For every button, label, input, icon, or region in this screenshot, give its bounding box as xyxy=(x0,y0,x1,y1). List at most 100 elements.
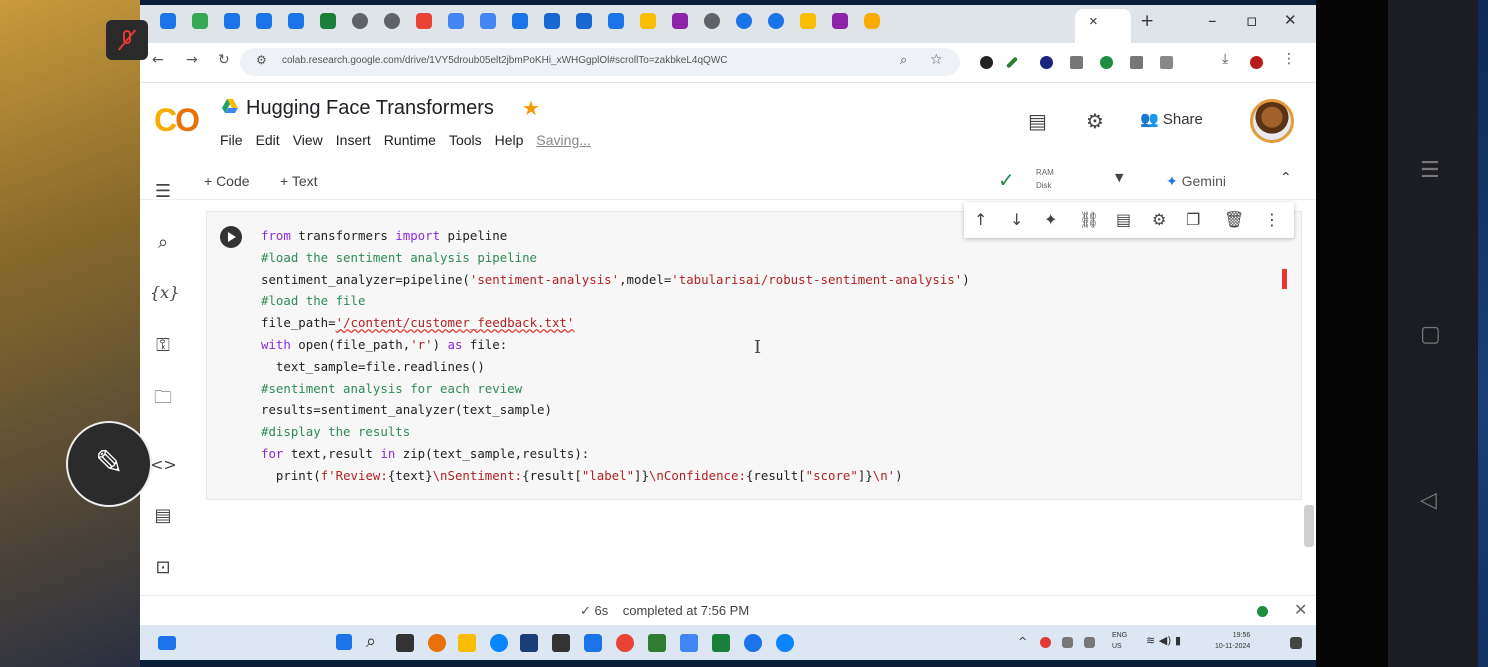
code-snippets-icon[interactable]: <> xyxy=(150,455,177,474)
share-button[interactable]: 👥 Share xyxy=(1140,110,1203,128)
bookmark-star-icon[interactable]: ☆ xyxy=(930,52,943,68)
link-icon[interactable]: ⛓ xyxy=(1079,210,1099,229)
profile-icon[interactable] xyxy=(1250,56,1263,69)
restore-button[interactable]: ▫ xyxy=(1246,11,1258,31)
extension-icon[interactable] xyxy=(1130,56,1143,69)
taskbar-app-icon[interactable] xyxy=(648,634,666,652)
url-bar[interactable]: ⚙ colab.research.google.com/drive/1VY5dr… xyxy=(240,48,960,76)
dropbox-icon[interactable] xyxy=(552,634,570,652)
extension-icon[interactable] xyxy=(980,56,993,69)
tab-favicon[interactable] xyxy=(288,13,304,29)
collapse-header-icon[interactable]: ⌃ xyxy=(1280,170,1292,186)
taskbar-app-icon[interactable] xyxy=(776,634,794,652)
file-explorer-icon[interactable] xyxy=(458,634,476,652)
forward-arrow-icon[interactable]: → xyxy=(186,52,198,68)
tab-favicon[interactable] xyxy=(768,13,784,29)
tray-icon[interactable] xyxy=(1062,637,1073,648)
close-status-icon[interactable]: ✕ xyxy=(1294,600,1307,619)
comment-icon[interactable]: ▤ xyxy=(1116,210,1131,229)
notification-icon[interactable] xyxy=(1290,637,1302,649)
tab-favicon[interactable] xyxy=(256,13,272,29)
menu-file[interactable]: File xyxy=(220,132,243,148)
clock[interactable]: 19:56 10-11-2024 xyxy=(1215,630,1250,652)
close-tab-icon[interactable]: × xyxy=(1089,13,1098,30)
tab-favicon[interactable] xyxy=(608,13,624,29)
reload-icon[interactable]: ↻ xyxy=(218,52,230,68)
browser-menu-icon[interactable]: ⋮ xyxy=(1282,51,1296,67)
wifi-volume-battery-icons[interactable]: ≋ ◀) ▮ xyxy=(1146,634,1181,647)
extension-icon[interactable] xyxy=(1100,56,1113,69)
tray-overflow-icon[interactable]: ^ xyxy=(1018,635,1027,648)
gemini-button[interactable]: ✦ Gemini xyxy=(1166,173,1226,190)
tab-favicon[interactable] xyxy=(224,13,240,29)
extensions-puzzle-icon[interactable] xyxy=(1160,56,1173,69)
tab-favicon[interactable] xyxy=(192,13,208,29)
menu-runtime[interactable]: Runtime xyxy=(384,132,436,148)
table-of-contents-icon[interactable]: ☰ xyxy=(150,181,176,202)
tray-icon[interactable] xyxy=(1040,637,1051,648)
tab-favicon[interactable] xyxy=(832,13,848,29)
tab-favicon[interactable] xyxy=(576,13,592,29)
mirror-cell-icon[interactable]: ❐ xyxy=(1186,210,1200,229)
minimize-button[interactable]: – xyxy=(1208,11,1217,31)
tray-icon[interactable] xyxy=(1084,637,1095,648)
tab-favicon[interactable] xyxy=(640,13,656,29)
tab-favicon[interactable] xyxy=(704,13,720,29)
tab-favicon[interactable] xyxy=(512,13,528,29)
home-icon[interactable]: ▢ xyxy=(1420,322,1441,347)
tab-favicon[interactable] xyxy=(384,13,400,29)
code-editor[interactable]: from transformers import pipeline #load t… xyxy=(261,225,970,487)
tab-favicon[interactable] xyxy=(416,13,432,29)
menu-tools[interactable]: Tools xyxy=(449,132,482,148)
back-arrow-icon[interactable]: ← xyxy=(152,52,164,68)
avatar[interactable] xyxy=(1250,99,1294,143)
tab-favicon[interactable] xyxy=(448,13,464,29)
comments-icon[interactable]: ▤ xyxy=(1028,109,1047,133)
tab-favicon[interactable] xyxy=(864,13,880,29)
tab-favicon[interactable] xyxy=(352,13,368,29)
widgets-icon[interactable] xyxy=(158,636,176,650)
runtime-dropdown-icon[interactable]: ▼ xyxy=(1115,171,1123,184)
search-icon[interactable]: ⌕ xyxy=(150,232,176,253)
tab-favicon[interactable] xyxy=(672,13,688,29)
extension-icon[interactable] xyxy=(1070,56,1083,69)
files-folder-icon[interactable]: 🗀 xyxy=(150,385,176,415)
language-indicator[interactable]: ENG US xyxy=(1112,630,1127,652)
taskbar-search-icon[interactable]: ⌕ xyxy=(366,631,376,652)
runtime-connected-icon[interactable]: ✓ xyxy=(998,168,1015,192)
drive-icon[interactable] xyxy=(222,99,238,113)
taskbar-app-icon[interactable] xyxy=(680,634,698,652)
taskbar-app-icon[interactable] xyxy=(428,634,446,652)
extension-icon[interactable] xyxy=(1005,56,1019,69)
menu-insert[interactable]: Insert xyxy=(336,132,371,148)
start-windows-icon[interactable] xyxy=(336,634,352,650)
delete-icon[interactable]: 🗑 xyxy=(1224,210,1244,229)
close-window-button[interactable]: ✕ xyxy=(1284,11,1297,29)
command-palette-icon[interactable]: ▤ xyxy=(150,505,176,526)
gemini-cell-icon[interactable]: ✦ xyxy=(1044,210,1057,229)
edge-icon[interactable] xyxy=(490,634,508,652)
menu-help[interactable]: Help xyxy=(495,132,524,148)
store-icon[interactable] xyxy=(520,634,538,652)
terminal-icon[interactable]: ⊡ xyxy=(150,557,176,578)
tab-favicon[interactable] xyxy=(544,13,560,29)
site-info-icon[interactable]: ⚙ xyxy=(256,53,267,67)
security-icon[interactable] xyxy=(584,634,602,652)
connection-status-dot[interactable] xyxy=(1257,606,1268,617)
recents-icon[interactable]: ☰ xyxy=(1420,158,1440,183)
download-icon[interactable]: ⤓ xyxy=(1222,51,1228,67)
menu-view[interactable]: View xyxy=(293,132,323,148)
move-up-icon[interactable]: ↑ xyxy=(974,210,987,229)
chrome-icon[interactable] xyxy=(616,634,634,652)
zoom-icon[interactable]: ⌕ xyxy=(900,53,907,68)
secrets-key-icon[interactable]: ⚿ xyxy=(150,335,176,356)
annotation-pen-button[interactable]: ✎ xyxy=(66,421,152,507)
task-view-icon[interactable] xyxy=(396,634,414,652)
settings-gear-icon[interactable]: ⚙ xyxy=(1086,109,1104,133)
back-icon[interactable]: ◁ xyxy=(1420,488,1437,513)
resources-indicator[interactable]: RAM Disk xyxy=(1036,166,1054,192)
excel-icon[interactable] xyxy=(712,634,730,652)
move-down-icon[interactable]: ↓ xyxy=(1010,210,1023,229)
mic-muted-indicator[interactable] xyxy=(106,20,148,60)
new-tab-button[interactable]: + xyxy=(1140,11,1154,31)
